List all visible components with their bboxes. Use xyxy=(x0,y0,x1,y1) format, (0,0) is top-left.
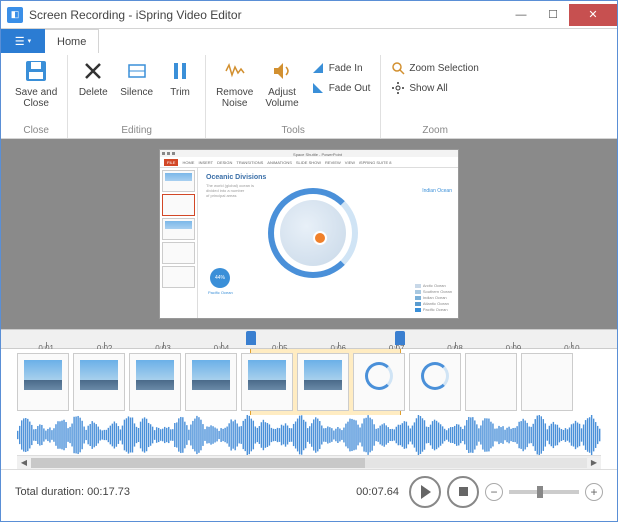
ribbon-group-zoom: Zoom Selection Show All Zoom xyxy=(381,55,488,138)
show-all-button[interactable]: Show All xyxy=(387,79,482,97)
timeline-frame[interactable] xyxy=(241,353,293,411)
adjust-volume-button[interactable]: Adjust Volume xyxy=(261,55,302,125)
globe-chart xyxy=(268,188,358,278)
timeline-frame[interactable] xyxy=(17,353,69,411)
timeline-frame[interactable] xyxy=(409,353,461,411)
video-preview: Space Shuttle - PowerPoint FILE HOME INS… xyxy=(1,139,617,329)
noise-icon xyxy=(221,57,249,85)
ribbon-group-close: Save and Close Close xyxy=(5,55,68,138)
scroll-right-button[interactable]: ▶ xyxy=(587,457,601,469)
play-button[interactable] xyxy=(409,476,441,508)
timeline-frame[interactable] xyxy=(73,353,125,411)
audio-waveform[interactable] xyxy=(1,415,617,455)
zoom-in-button[interactable]: + xyxy=(585,483,603,501)
total-duration: 00:17.73 xyxy=(87,486,130,498)
ribbon-group-editing: Delete Silence Trim Editing xyxy=(68,55,206,138)
silence-icon xyxy=(123,57,151,85)
current-time: 00:07.64 xyxy=(356,486,399,498)
minimize-button[interactable]: — xyxy=(505,4,537,26)
file-tab[interactable]: ☰▾ xyxy=(1,29,45,53)
delete-icon xyxy=(79,57,107,85)
timeline[interactable] xyxy=(1,349,617,415)
trim-button[interactable]: Trim xyxy=(161,55,199,125)
selection-start-handle[interactable] xyxy=(246,331,256,345)
window-title: Screen Recording - iSpring Video Editor xyxy=(29,8,505,22)
zoom-slider[interactable] xyxy=(509,490,579,494)
timeline-frame[interactable] xyxy=(185,353,237,411)
show-all-icon xyxy=(391,81,405,95)
timeline-frame[interactable] xyxy=(353,353,405,411)
fade-out-button[interactable]: Fade Out xyxy=(307,79,375,97)
scrollbar-thumb[interactable] xyxy=(31,458,365,468)
trim-icon xyxy=(166,57,194,85)
tab-home[interactable]: Home xyxy=(45,29,99,53)
playback-bar: Total duration: 00:17.73 00:07.64 − + xyxy=(1,469,617,513)
fade-in-button[interactable]: Fade In xyxy=(307,59,375,77)
ribbon: Save and Close Close Delete Silence Trim… xyxy=(1,53,617,139)
close-button[interactable]: ✕ xyxy=(569,4,617,26)
timeline-frame[interactable] xyxy=(465,353,517,411)
time-ruler[interactable]: 0:01 0:02 0:03 0:04 0:05 0:06 0:07 0:08 … xyxy=(1,329,617,349)
scroll-left-button[interactable]: ◀ xyxy=(17,457,31,469)
zoom-out-button[interactable]: − xyxy=(485,483,503,501)
timeline-scrollbar[interactable]: ◀ ▶ xyxy=(17,455,601,469)
fade-out-icon xyxy=(311,81,325,95)
save-and-close-button[interactable]: Save and Close xyxy=(11,55,61,125)
delete-button[interactable]: Delete xyxy=(74,55,112,125)
ribbon-group-tools: Remove Noise Adjust Volume Fade In Fade … xyxy=(206,55,381,138)
slide-title: Oceanic Divisions xyxy=(206,174,450,181)
zoom-selection-icon xyxy=(391,61,405,75)
save-icon xyxy=(22,57,50,85)
silence-button[interactable]: Silence xyxy=(116,55,157,125)
maximize-button[interactable]: ☐ xyxy=(537,4,569,26)
app-icon: ◧ xyxy=(7,7,23,23)
powerpoint-frame: Space Shuttle - PowerPoint FILE HOME INS… xyxy=(159,149,459,319)
volume-icon xyxy=(268,57,296,85)
fade-in-icon xyxy=(311,61,325,75)
timeline-frame[interactable] xyxy=(129,353,181,411)
selection-end-handle[interactable] xyxy=(395,331,405,345)
stop-button[interactable] xyxy=(447,476,479,508)
titlebar: ◧ Screen Recording - iSpring Video Edito… xyxy=(1,1,617,29)
percent-badge: 44% xyxy=(210,268,230,288)
timeline-frame[interactable] xyxy=(521,353,573,411)
timeline-frame[interactable] xyxy=(297,353,349,411)
zoom-selection-button[interactable]: Zoom Selection xyxy=(387,59,482,77)
ribbon-tabs: ☰▾ Home xyxy=(1,29,617,53)
remove-noise-button[interactable]: Remove Noise xyxy=(212,55,257,125)
